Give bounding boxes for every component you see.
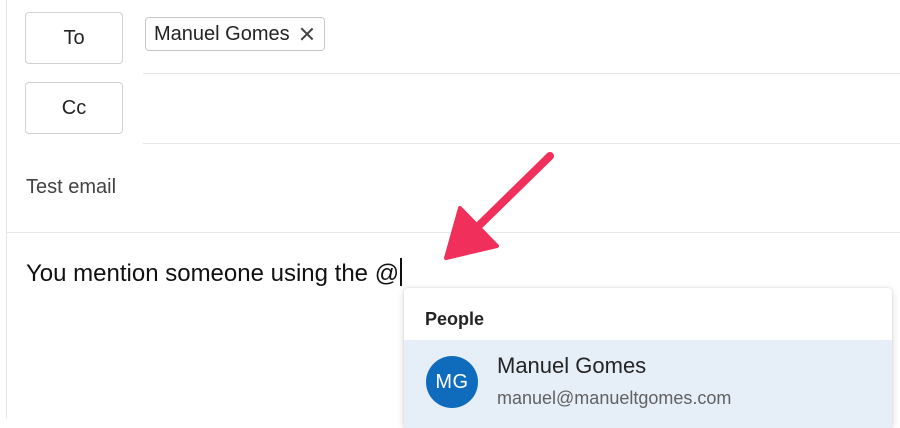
annotation-arrow-icon [444,152,554,260]
